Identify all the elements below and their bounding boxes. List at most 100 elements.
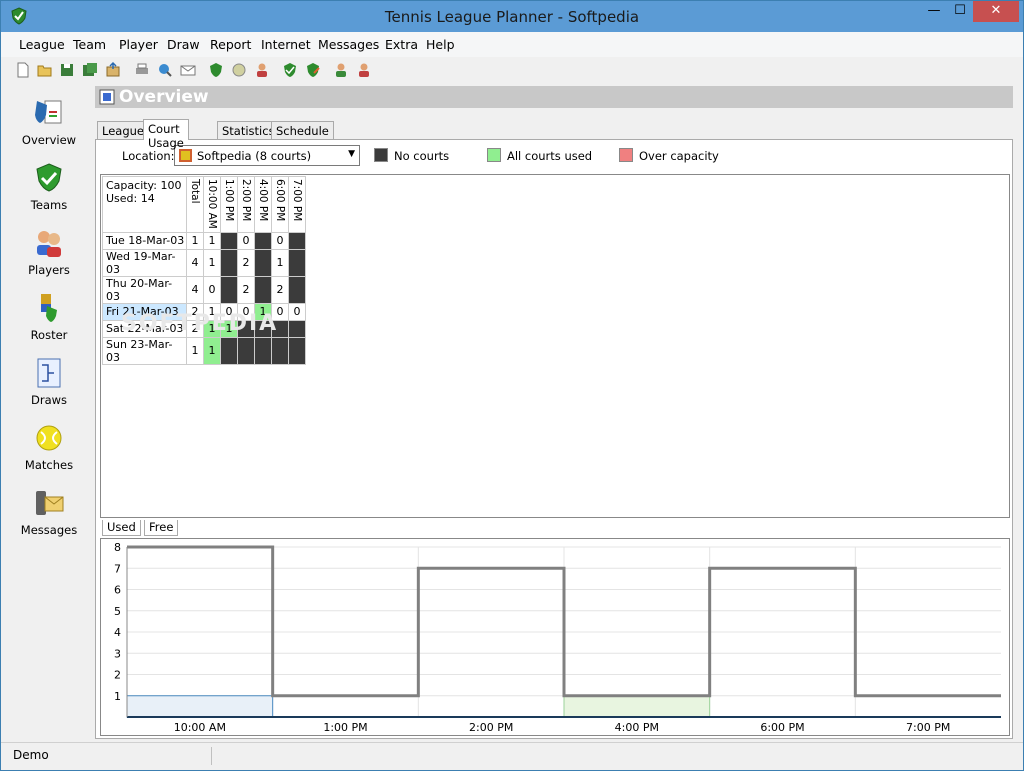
chevron-down-icon: ▼	[348, 149, 355, 159]
menu-league[interactable]: League	[19, 37, 65, 52]
location-value: Softpedia (8 courts)	[197, 149, 312, 163]
slot-cell[interactable]	[254, 231, 272, 250]
slot-cell[interactable]	[288, 231, 306, 250]
team-shield-icon[interactable]	[207, 61, 225, 79]
sidebar-item-messages[interactable]: Messages	[5, 487, 93, 547]
x-tick-label: 10:00 AM	[174, 721, 226, 734]
tab-court-usage[interactable]: Court Usage	[143, 119, 189, 150]
menu-draw[interactable]: Draw	[167, 37, 200, 52]
sidebar-item-players[interactable]: Players	[5, 227, 93, 287]
roster-icon	[41, 294, 57, 322]
export-icon[interactable]	[104, 61, 122, 79]
new-file-icon[interactable]	[14, 61, 32, 79]
slot-cell[interactable]	[288, 275, 306, 304]
player-icon[interactable]	[253, 61, 271, 79]
day-cell[interactable]: Wed 19-Mar-03	[102, 248, 187, 277]
court-usage-panel: Location: Softpedia (8 courts) ▼ No cour…	[95, 139, 1013, 739]
preview-icon[interactable]	[156, 61, 174, 79]
y-tick-label: 4	[114, 626, 121, 639]
day-cell[interactable]: Thu 20-Mar-03	[102, 275, 187, 304]
slot-cell[interactable]: 0	[237, 231, 255, 250]
slot-cell[interactable]	[220, 275, 238, 304]
slot-cell[interactable]	[220, 336, 238, 365]
slot-cell[interactable]	[271, 336, 289, 365]
time-header: 7:00 PM	[288, 176, 306, 233]
slot-cell[interactable]	[254, 248, 272, 277]
sidebar-item-draws[interactable]: Draws	[5, 357, 93, 417]
menu-team[interactable]: Team	[73, 37, 106, 52]
sidebar-item-roster[interactable]: Roster	[5, 292, 93, 352]
menu-internet[interactable]: Internet	[261, 37, 311, 52]
court-usage-grid: Capacity: 100 Used: 14 Total 10:00 AM 1:0…	[100, 174, 1010, 518]
capacity-cell: Capacity: 100 Used: 14	[102, 176, 187, 233]
tab-used[interactable]: Used	[102, 520, 141, 536]
messages-icon	[36, 491, 64, 515]
slot-cell[interactable]	[288, 319, 306, 338]
sidebar-item-overview[interactable]: Overview	[5, 97, 93, 157]
header-row: Capacity: 100 Used: 14 Total 10:00 AM 1:0…	[102, 176, 306, 233]
menu-messages[interactable]: Messages	[318, 37, 379, 52]
app-window: Tennis League Planner - Softpedia — ☐ ✕ …	[0, 0, 1024, 771]
tab-schedule[interactable]: Schedule	[271, 121, 334, 139]
day-cell[interactable]: Sun 23-Mar-03	[102, 336, 187, 365]
menu-player[interactable]: Player	[119, 37, 158, 52]
x-tick-label: 2:00 PM	[469, 721, 513, 734]
print-icon[interactable]	[133, 61, 151, 79]
close-button[interactable]: ✕	[973, 1, 1019, 22]
sidebar-item-matches[interactable]: Matches	[5, 422, 93, 482]
remove-player-icon[interactable]	[355, 61, 373, 79]
time-header: 4:00 PM	[254, 176, 272, 233]
slot-cell[interactable]: 1	[203, 248, 221, 277]
slot-cell[interactable]: 0	[288, 302, 306, 321]
table-row[interactable]: Wed 19-Mar-03 4 1 2 1	[102, 248, 306, 277]
total-cell: 1	[186, 336, 204, 365]
check-team-icon[interactable]	[281, 61, 299, 79]
time-header: 6:00 PM	[271, 176, 289, 233]
status-divider	[211, 747, 212, 765]
slot-cell[interactable]	[288, 336, 306, 365]
court-usage-table: Capacity: 100 Used: 14 Total 10:00 AM 1:0…	[102, 176, 306, 365]
slot-cell[interactable]: 0	[203, 275, 221, 304]
table-row[interactable]: Sun 23-Mar-03 1 1	[102, 336, 306, 365]
edit-team-icon[interactable]	[304, 61, 322, 79]
usage-chart: 1 2 3 4 5 6 7 8 10:00 AM 1:00 PM 2:00 PM 4:00 PM 6:0…	[100, 538, 1010, 736]
menu-report[interactable]: Report	[210, 37, 251, 52]
slot-cell[interactable]: 1	[203, 336, 221, 365]
location-row: Location: Softpedia (8 courts) ▼ No cour…	[96, 140, 1012, 172]
slot-cell[interactable]: 1	[203, 231, 221, 250]
tab-league[interactable]: League	[97, 121, 149, 139]
table-row[interactable]: Thu 20-Mar-03 4 0 2 2	[102, 275, 306, 304]
slot-cell[interactable]: 2	[237, 248, 255, 277]
mail-icon[interactable]	[179, 61, 197, 79]
day-cell[interactable]: Tue 18-Mar-03	[102, 231, 187, 250]
minimize-button[interactable]: —	[921, 1, 947, 22]
tab-free[interactable]: Free	[144, 520, 179, 536]
players-icon	[37, 231, 61, 257]
slot-cell[interactable]: 1	[271, 248, 289, 277]
menu-help[interactable]: Help	[426, 37, 455, 52]
table-row[interactable]: Tue 18-Mar-03 1 1 0 0	[102, 231, 306, 250]
add-player-icon[interactable]	[332, 61, 350, 79]
slot-cell[interactable]	[237, 336, 255, 365]
maximize-button[interactable]: ☐	[947, 1, 973, 22]
slot-cell[interactable]	[254, 336, 272, 365]
slot-cell[interactable]	[220, 248, 238, 277]
total-cell: 4	[186, 248, 204, 277]
location-select[interactable]: Softpedia (8 courts) ▼	[174, 145, 360, 166]
page-title: Overview	[119, 87, 209, 107]
slot-cell[interactable]	[254, 275, 272, 304]
sidebar-item-teams[interactable]: Teams	[5, 162, 93, 222]
slot-cell[interactable]: 0	[271, 231, 289, 250]
slot-cell[interactable]	[288, 248, 306, 277]
slot-cell[interactable]: 2	[237, 275, 255, 304]
tennis-ball-icon[interactable]	[230, 61, 248, 79]
status-bar: Demo	[1, 742, 1023, 770]
menu-extra[interactable]: Extra	[385, 37, 418, 52]
save-all-icon[interactable]	[81, 61, 99, 79]
time-header: 1:00 PM	[220, 176, 238, 233]
slot-cell[interactable]: 2	[271, 275, 289, 304]
save-icon[interactable]	[58, 61, 76, 79]
draws-icon	[37, 358, 61, 388]
open-folder-icon[interactable]	[36, 61, 54, 79]
slot-cell[interactable]	[220, 231, 238, 250]
